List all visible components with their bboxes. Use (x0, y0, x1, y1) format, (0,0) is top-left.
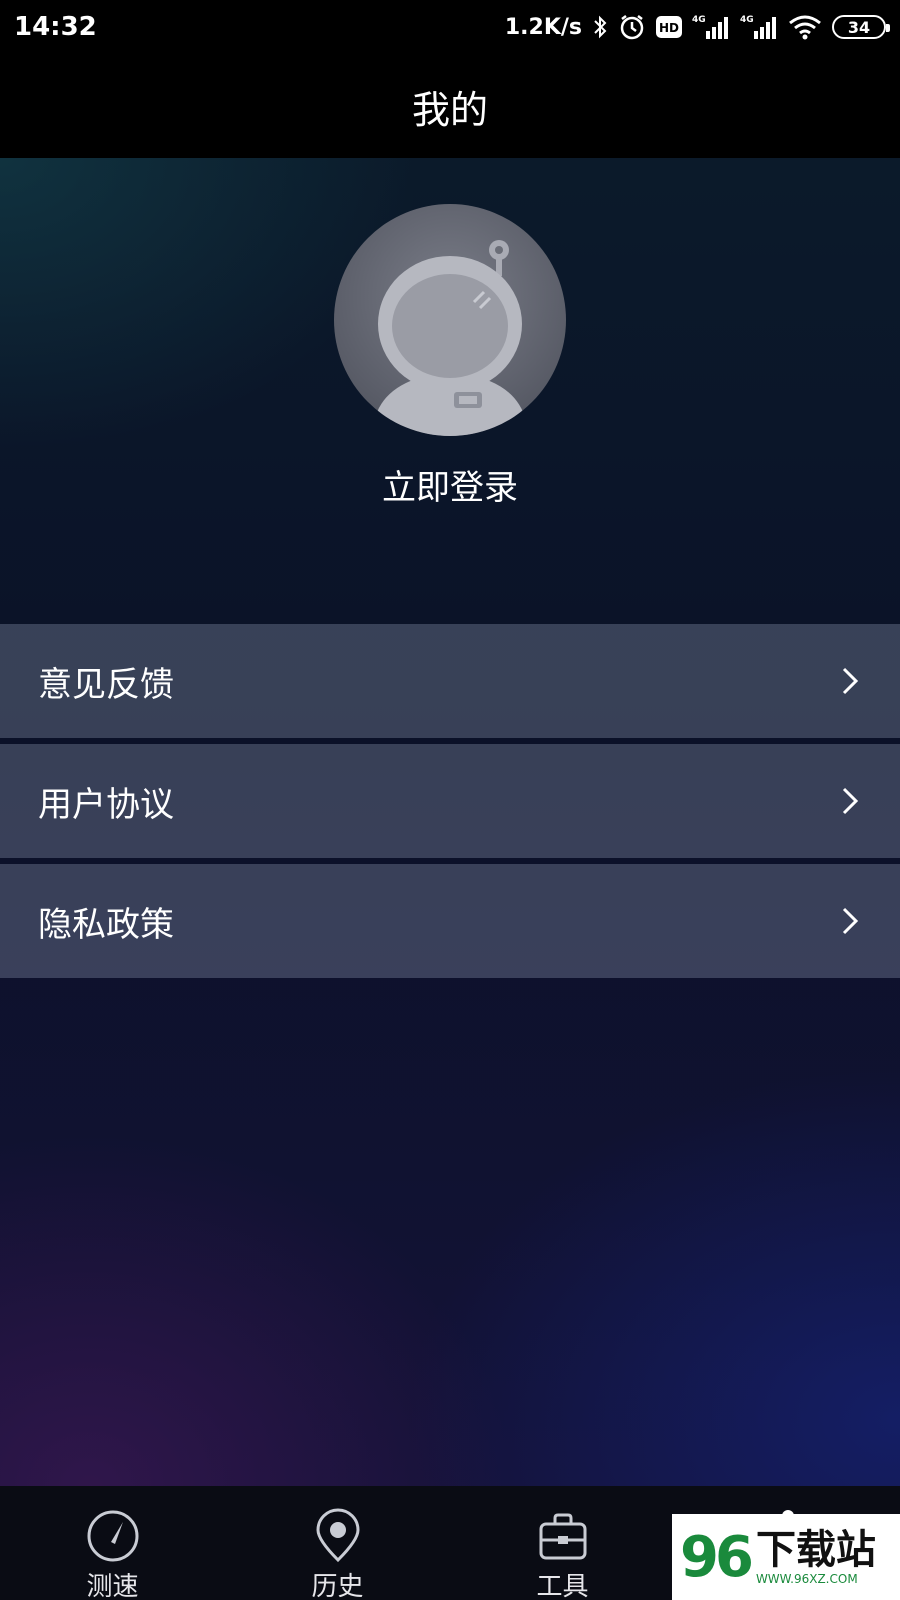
menu-item-label: 意见反馈 (38, 664, 174, 705)
watermark-text: 下载站 (755, 1527, 876, 1573)
menu-item-label: 用户协议 (38, 784, 174, 825)
menu-item-feedback[interactable]: 意见反馈 (0, 624, 900, 738)
nav-label: 历史 (311, 1572, 364, 1600)
chevron-right-icon (840, 665, 860, 697)
menu-item-privacy-policy[interactable]: 隐私政策 (0, 864, 900, 978)
wifi-icon (788, 14, 822, 40)
svg-text:4G: 4G (692, 15, 706, 25)
chevron-right-icon (840, 905, 860, 937)
speedometer-icon (85, 1508, 141, 1564)
nav-label: 工具 (536, 1572, 589, 1600)
watermark-url: WWW.96XZ.COM (755, 1572, 858, 1586)
svg-text:4G: 4G (740, 15, 754, 25)
hd-icon: HD (656, 16, 682, 38)
battery-icon: 34 (832, 15, 890, 39)
menu-item-label: 隐私政策 (38, 904, 174, 945)
main-content: 立即登录 意见反馈 用户协议 隐私政策 (0, 158, 900, 1486)
alarm-icon (618, 13, 646, 41)
menu-item-user-agreement[interactable]: 用户协议 (0, 744, 900, 858)
status-icons: 1.2K/s HD 4G 4G 34 (504, 13, 890, 41)
page-title: 我的 (411, 87, 488, 132)
watermark-number: 96 (680, 1524, 754, 1590)
signal-icon: 4G (740, 13, 778, 41)
svg-text:HD: HD (659, 21, 679, 35)
astronaut-avatar[interactable] (334, 204, 566, 436)
signal-icon: 4G (692, 13, 730, 41)
location-pin-icon (310, 1508, 366, 1564)
title-bar: 我的 (0, 54, 900, 158)
network-speed: 1.2K/s (504, 14, 582, 40)
watermark-logo: 96 下载站 WWW.96XZ.COM (672, 1514, 900, 1600)
nav-tab-history[interactable]: 历史 (225, 1486, 450, 1600)
watermark-text-block: 下载站 WWW.96XZ.COM (756, 1528, 876, 1586)
status-bar: 14:32 1.2K/s HD 4G 4G 34 (0, 0, 900, 54)
nav-tab-speedtest[interactable]: 测速 (0, 1486, 225, 1600)
nav-label: 测速 (86, 1572, 139, 1600)
nav-tab-tools[interactable]: 工具 (450, 1486, 675, 1600)
status-time: 14:32 (14, 12, 97, 42)
chevron-right-icon (840, 785, 860, 817)
toolbox-icon (535, 1508, 591, 1564)
bluetooth-icon (592, 14, 608, 40)
login-button[interactable]: 立即登录 (0, 460, 900, 509)
